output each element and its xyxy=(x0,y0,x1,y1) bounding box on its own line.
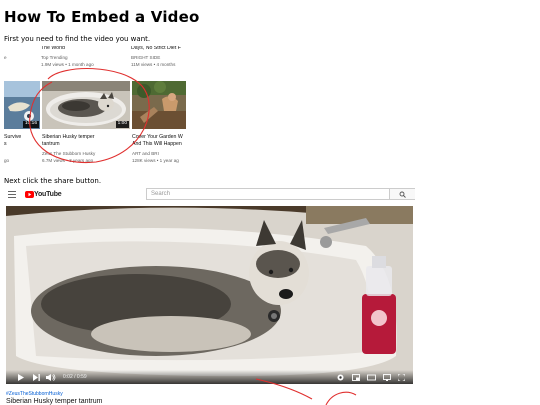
search-placeholder: Search xyxy=(151,191,171,197)
youtube-logo-text[interactable]: YouTube xyxy=(34,191,62,198)
youtube-grid-screenshot: The World Top Trending 1.9M views • 1 mo… xyxy=(4,46,186,168)
volume-icon[interactable] xyxy=(46,374,56,381)
search-button[interactable] xyxy=(390,188,415,200)
youtube-header: YouTube Search xyxy=(4,187,415,204)
hashtag-link[interactable]: #ZeusTheStubbornHusky xyxy=(6,391,63,397)
search-input[interactable]: Search xyxy=(146,188,390,200)
annotation-arrow xyxy=(255,378,357,405)
video-frame xyxy=(6,206,413,384)
step-1-text: First you need to find the video you wan… xyxy=(4,35,151,43)
video-player[interactable]: 0:02 / 0:59 xyxy=(6,206,413,384)
youtube-watch-screenshot: YouTube Search 0:02 / 0:59 #ZeusTheStubb… xyxy=(4,187,415,405)
play-icon[interactable] xyxy=(18,374,24,381)
step-2-text: Next click the share button. xyxy=(4,177,102,185)
menu-icon[interactable] xyxy=(8,191,16,198)
annotation-circle xyxy=(29,67,150,164)
time-display: 0:02 / 0:59 xyxy=(63,374,87,380)
next-icon[interactable] xyxy=(33,374,40,381)
search-icon xyxy=(399,191,406,198)
youtube-logo-icon[interactable] xyxy=(25,191,34,198)
page-title: How To Embed a Video xyxy=(4,8,200,26)
video-title: Siberian Husky temper tantrum xyxy=(6,398,103,405)
